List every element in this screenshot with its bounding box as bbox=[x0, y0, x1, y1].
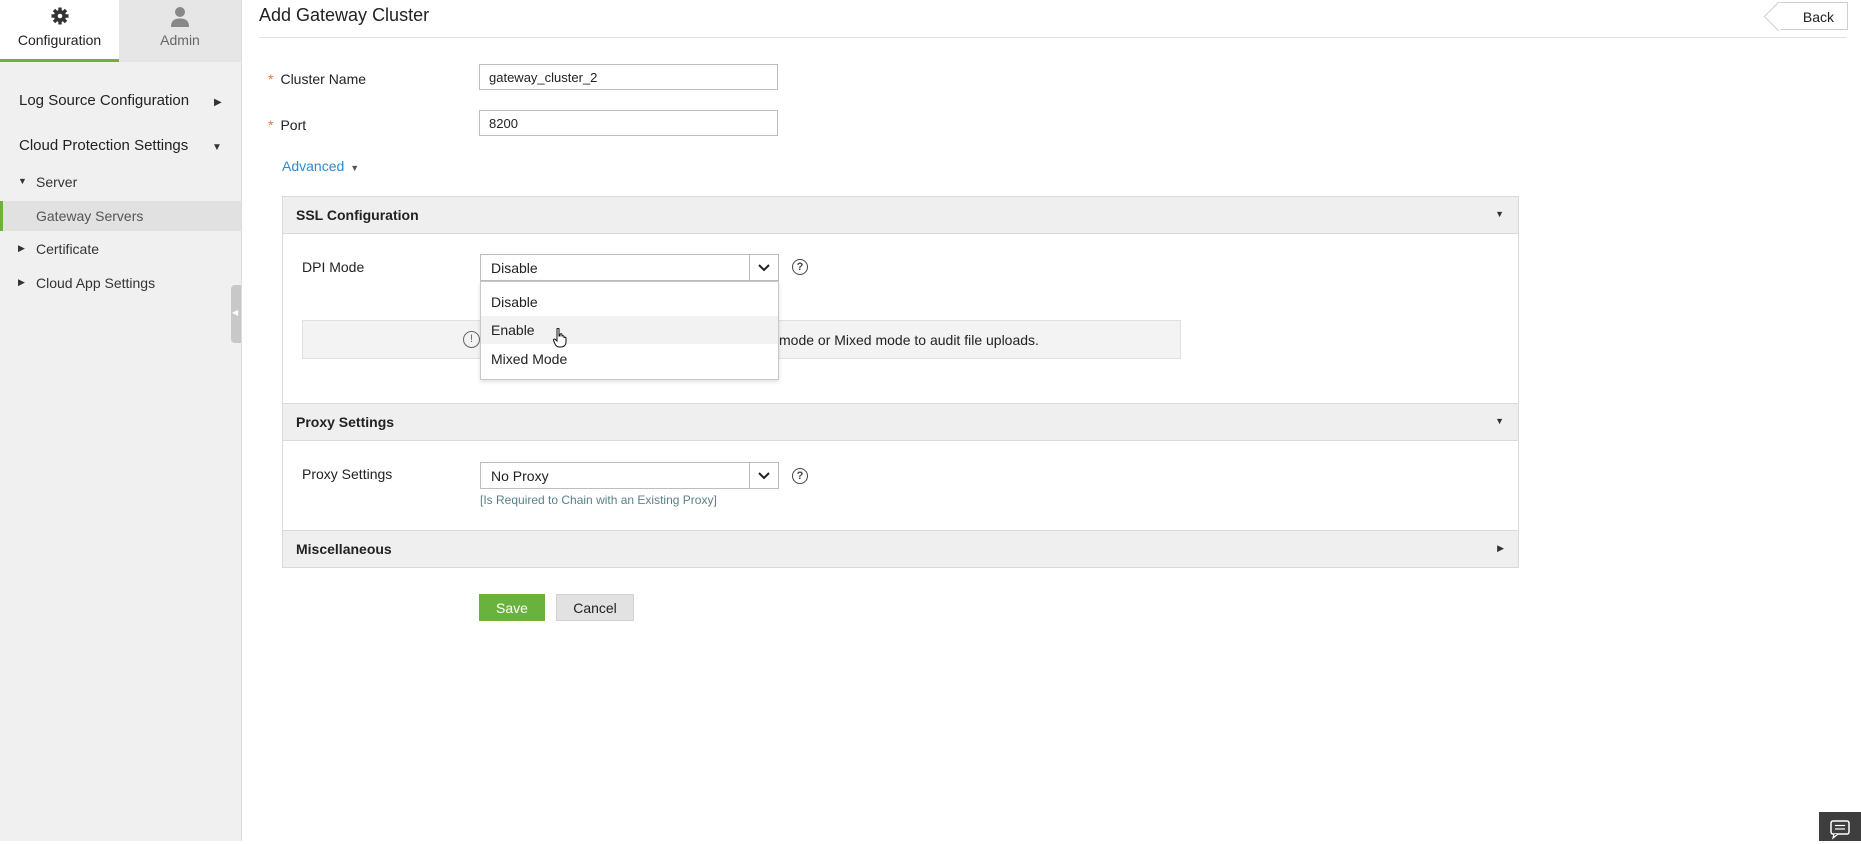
port-input[interactable] bbox=[479, 110, 778, 136]
nav-cloud-protection-label: Cloud Protection Settings bbox=[19, 137, 189, 154]
required-mark: * bbox=[268, 117, 274, 133]
miscellaneous-title: Miscellaneous bbox=[296, 541, 392, 557]
dpi-info-text: mode or Mixed mode to audit file uploads… bbox=[779, 332, 1039, 348]
title-divider bbox=[259, 37, 1847, 38]
chevron-down-icon[interactable] bbox=[749, 463, 778, 488]
caret-right-icon: ▶ bbox=[18, 277, 25, 287]
cluster-name-label-text: Cluster Name bbox=[280, 71, 367, 87]
caret-down-icon: ▼ bbox=[350, 163, 360, 173]
dpi-mode-label: DPI Mode bbox=[302, 259, 365, 275]
required-mark: * bbox=[268, 71, 274, 87]
nav-server-label: Server bbox=[36, 174, 78, 190]
dpi-option-label: Disable bbox=[491, 294, 538, 310]
cluster-name-input[interactable] bbox=[479, 64, 778, 90]
help-icon[interactable]: ? bbox=[792, 468, 808, 484]
dpi-option-label: Enable bbox=[491, 322, 535, 338]
caret-right-icon: ▶ bbox=[1497, 543, 1504, 553]
nav-cloud-app-settings-label: Cloud App Settings bbox=[36, 275, 156, 291]
nav-gateway-servers[interactable]: Gateway Servers bbox=[0, 201, 241, 231]
nav-server[interactable]: ▼ Server bbox=[18, 174, 78, 190]
chat-icon[interactable] bbox=[1819, 812, 1861, 841]
tab-admin-label: Admin bbox=[160, 32, 200, 48]
proxy-settings-select[interactable]: No Proxy bbox=[480, 462, 779, 489]
tab-admin[interactable]: Admin bbox=[119, 0, 241, 62]
proxy-settings-label: Proxy Settings bbox=[302, 466, 393, 482]
page-title: Add Gateway Cluster bbox=[259, 5, 430, 25]
gear-icon bbox=[50, 6, 70, 29]
ssl-configuration-title: SSL Configuration bbox=[296, 207, 419, 223]
port-label-text: Port bbox=[280, 117, 307, 133]
dpi-option-disable[interactable]: Disable bbox=[481, 288, 778, 316]
dpi-option-label: Mixed Mode bbox=[491, 351, 568, 367]
caret-down-icon: ▼ bbox=[212, 142, 222, 153]
save-button[interactable]: Save bbox=[479, 594, 545, 621]
nav-cloud-protection-settings[interactable]: Cloud Protection Settings ▼ bbox=[19, 137, 222, 154]
tab-configuration[interactable]: Configuration bbox=[0, 0, 119, 62]
caret-right-icon: ▶ bbox=[18, 243, 25, 253]
ssl-configuration-body bbox=[282, 234, 1519, 403]
user-icon bbox=[170, 6, 190, 31]
port-label: * Port bbox=[268, 117, 306, 133]
top-tabs: Configuration Admin bbox=[0, 0, 241, 62]
cluster-name-label: * Cluster Name bbox=[268, 71, 366, 87]
caret-down-icon: ▼ bbox=[1495, 209, 1504, 219]
nav-gateway-servers-label: Gateway Servers bbox=[36, 208, 144, 224]
proxy-settings-body bbox=[282, 441, 1519, 530]
dpi-mode-value: Disable bbox=[491, 260, 538, 276]
dpi-mode-dropdown: Disable Enable Mixed Mode bbox=[480, 281, 779, 380]
help-icon[interactable]: ? bbox=[792, 259, 808, 275]
caret-right-icon: ▶ bbox=[214, 97, 222, 108]
nav-log-source-label: Log Source Configuration bbox=[19, 92, 190, 109]
back-button[interactable]: Back bbox=[1778, 2, 1848, 30]
proxy-settings-value: No Proxy bbox=[491, 468, 549, 484]
nav-certificate[interactable]: ▶ Certificate bbox=[18, 241, 100, 257]
chevron-down-icon[interactable] bbox=[749, 255, 778, 280]
chevron-left-icon: ◀ bbox=[232, 308, 239, 317]
ssl-configuration-header[interactable]: SSL Configuration ▼ bbox=[282, 196, 1519, 234]
dpi-option-mixed-mode[interactable]: Mixed Mode bbox=[481, 345, 778, 373]
sidebar-divider bbox=[241, 0, 242, 841]
nav-cloud-app-settings[interactable]: ▶ Cloud App Settings bbox=[18, 275, 156, 291]
dpi-mode-select[interactable]: Disable bbox=[480, 254, 779, 281]
sidebar-collapse-handle[interactable]: ◀ bbox=[231, 285, 241, 343]
back-button-label: Back bbox=[1802, 9, 1834, 25]
caret-down-icon: ▼ bbox=[18, 176, 27, 186]
nav-certificate-label: Certificate bbox=[36, 241, 100, 257]
proxy-settings-title: Proxy Settings bbox=[296, 414, 395, 430]
cancel-button[interactable]: Cancel bbox=[556, 594, 634, 621]
miscellaneous-header[interactable]: Miscellaneous ▶ bbox=[282, 530, 1519, 568]
proxy-hint: [Is Required to Chain with an Existing P… bbox=[480, 493, 717, 507]
nav-log-source-configuration[interactable]: Log Source Configuration ▶ bbox=[19, 92, 222, 109]
advanced-toggle[interactable]: Advanced ▼ bbox=[282, 158, 359, 174]
sidebar: Configuration Admin Log Source Configura… bbox=[0, 0, 241, 841]
proxy-settings-header[interactable]: Proxy Settings ▼ bbox=[282, 403, 1519, 441]
advanced-label: Advanced bbox=[282, 158, 345, 174]
info-icon: ! bbox=[463, 331, 480, 348]
caret-down-icon: ▼ bbox=[1495, 416, 1504, 426]
tab-configuration-label: Configuration bbox=[17, 32, 102, 48]
dpi-option-enable[interactable]: Enable bbox=[481, 316, 778, 344]
hand-cursor-icon bbox=[552, 327, 567, 351]
